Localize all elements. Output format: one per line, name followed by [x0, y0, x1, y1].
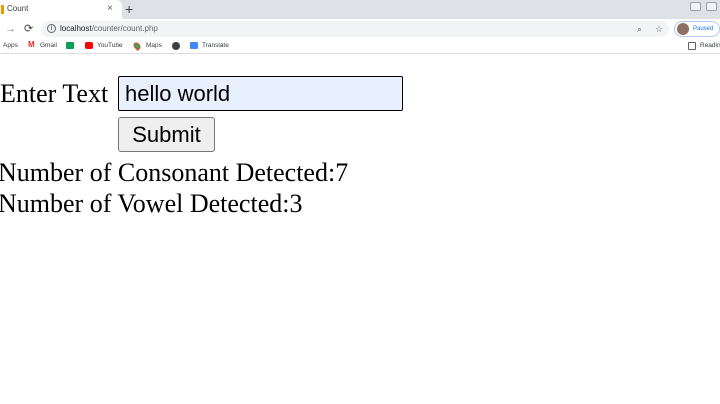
bookmark-translate[interactable]: Translate — [202, 41, 229, 51]
youtube-icon — [85, 42, 93, 49]
url-text[interactable]: localhost/counter/count.php — [60, 23, 158, 35]
bookmark-gmail[interactable]: Gmail — [40, 41, 57, 51]
tab-title: Count — [7, 4, 29, 13]
submit-button[interactable]: Submit — [118, 117, 215, 152]
browser-tab[interactable]: Count × — [0, 0, 122, 19]
sheets-icon[interactable] — [66, 42, 74, 49]
maps-icon — [132, 41, 142, 51]
zoom-search-icon[interactable]: ⌕ — [637, 22, 642, 36]
globe-icon[interactable] — [172, 42, 180, 50]
vowel-count-text: Number of Vowel Detected:3 — [0, 189, 303, 218]
browser-toolbar: → ⟳ i localhost/counter/count.php ⌕ ☆ Pa… — [0, 19, 720, 39]
minimize-window-icon[interactable] — [690, 2, 701, 11]
enter-text-label: Enter Text — [0, 79, 109, 108]
url-path: /counter/count.php — [91, 24, 158, 33]
reading-list-button[interactable]: Readin — [700, 41, 720, 51]
avatar — [677, 23, 689, 35]
bookmark-star-icon[interactable]: ☆ — [655, 22, 663, 36]
back-arrow-icon[interactable]: → — [5, 22, 16, 36]
site-info-icon[interactable]: i — [47, 24, 56, 33]
bookmark-youtube[interactable]: YouTube — [97, 41, 123, 51]
bookmark-maps[interactable]: Maps — [146, 41, 162, 51]
page-favicon-icon — [1, 5, 4, 14]
profile-status: Paused — [693, 26, 714, 32]
address-bar[interactable]: i localhost/counter/count.php ⌕ ☆ — [41, 21, 669, 37]
profile-button[interactable]: Paused — [674, 21, 720, 37]
new-tab-button[interactable]: + — [125, 0, 133, 19]
reading-list-icon — [688, 42, 696, 50]
text-input[interactable] — [118, 76, 403, 111]
tab-strip: Count × + — [0, 0, 720, 19]
translate-icon — [190, 42, 198, 49]
gmail-icon: M — [28, 40, 35, 49]
reload-icon[interactable]: ⟳ — [24, 22, 33, 36]
maximize-window-icon[interactable] — [706, 2, 717, 11]
page-content: Enter Text Submit Number of Consonant De… — [0, 55, 720, 404]
bookmarks-bar: Apps M Gmail YouTube Maps Translate Read… — [0, 39, 720, 54]
consonant-count-text: Number of Consonant Detected:7 — [0, 158, 349, 187]
bookmark-apps[interactable]: Apps — [3, 41, 18, 51]
close-tab-icon[interactable]: × — [107, 2, 113, 16]
url-host: localhost — [60, 24, 92, 33]
